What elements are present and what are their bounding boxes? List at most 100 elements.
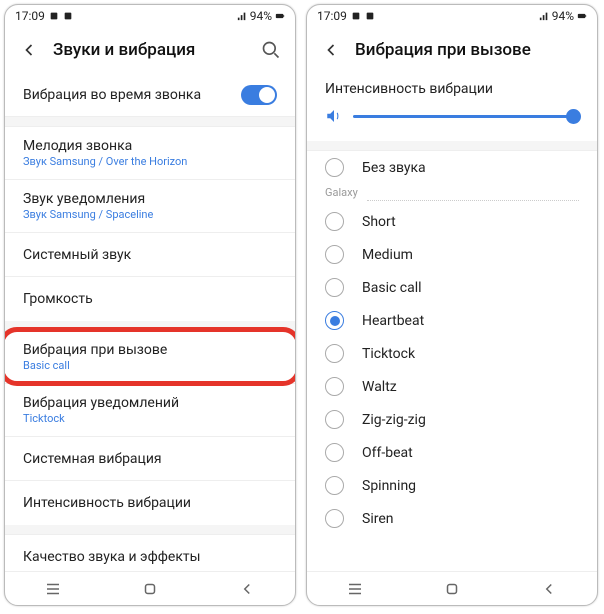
page-title: Звуки и вибрация [53,40,261,60]
option-label: Waltz [362,379,397,395]
option-label: Short [362,214,396,230]
radio-button[interactable] [325,476,344,495]
row-label: Мелодия звонка [23,138,187,154]
battery-icon [577,11,587,21]
nav-bar [307,571,597,605]
radio-button[interactable] [325,278,344,297]
settings-row[interactable]: Громкость [5,277,295,321]
vibration-option[interactable]: Siren [307,502,597,535]
settings-row[interactable]: Интенсивность вибрации [5,481,295,525]
radio-button[interactable] [325,509,344,528]
status-icon [63,11,73,21]
nav-recents[interactable] [346,580,364,598]
row-label: Звук уведомления [23,191,153,207]
row-label: Системный звук [23,247,131,263]
nav-recents[interactable] [44,580,62,598]
option-label: Zig-zig-zig [362,412,426,428]
signal-icon [237,11,247,21]
status-time: 17:09 [15,9,45,23]
settings-row[interactable]: Звук уведомленияЗвук Samsung / Spaceline [5,180,295,233]
battery-icon [275,11,285,21]
settings-row[interactable]: Вибрация при вызовеBasic call [5,331,295,384]
intensity-slider[interactable] [353,115,579,118]
settings-row[interactable]: Мелодия звонкаЗвук Samsung / Over the Ho… [5,127,295,180]
option-label: Off-beat [362,445,413,461]
nav-back[interactable] [238,580,256,598]
vibration-option[interactable]: Heartbeat [307,304,597,337]
nav-home[interactable] [141,580,159,598]
section-gap [5,525,295,535]
row-label: Интенсивность вибрации [23,495,191,511]
settings-row[interactable]: Вибрация уведомленийTicktock [5,384,295,437]
option-label: Basic call [362,280,422,296]
settings-row[interactable]: Системный звук [5,233,295,277]
header: Вибрация при вызове [307,27,597,73]
radio-button[interactable] [325,410,344,429]
nav-back[interactable] [540,580,558,598]
section-gap [5,117,295,127]
radio-button[interactable] [325,311,344,330]
section-gap [5,321,295,331]
option-label: Siren [362,511,394,527]
back-icon[interactable] [321,40,341,60]
toggle-vibrate[interactable] [241,85,277,105]
radio-button[interactable] [325,212,344,231]
battery-text: 94% [250,9,272,23]
radio-button[interactable] [325,443,344,462]
row-label: Громкость [23,291,93,307]
option-label: Spinning [362,478,416,494]
battery-text: 94% [552,9,574,23]
status-bar: 17:09 94% [307,5,597,27]
status-icon [49,11,59,21]
back-icon[interactable] [19,40,39,60]
row-vibrate-while-ring[interactable]: Вибрация во время звонка [5,73,295,117]
search-icon[interactable] [261,40,281,60]
radio-button[interactable] [325,158,344,177]
status-bar: 17:09 94% [5,5,295,27]
signal-icon [539,11,549,21]
nav-bar [5,571,295,605]
vibration-option[interactable]: Ticktock [307,337,597,370]
vibration-option[interactable]: Medium [307,238,597,271]
vibration-option[interactable]: Zig-zig-zig [307,403,597,436]
option-label: Heartbeat [362,313,424,329]
nav-home[interactable] [443,580,461,598]
vibration-option[interactable]: Short [307,205,597,238]
option-no-sound[interactable]: Без звука [307,151,597,184]
row-subtitle: Basic call [23,359,167,372]
vibration-option[interactable]: Spinning [307,469,597,502]
status-time: 17:09 [317,9,347,23]
vibration-option[interactable]: Basic call [307,271,597,304]
divider [367,200,579,201]
radio-button[interactable] [325,377,344,396]
volume-icon [325,107,343,125]
vibration-list: Интенсивность вибрации Без звука Galaxy … [307,73,597,571]
option-label: Medium [362,247,413,263]
row-label: Вибрация при вызове [23,342,167,358]
row-label: Системная вибрация [23,451,162,467]
option-label: Ticktock [362,346,415,362]
page-title: Вибрация при вызове [355,40,583,60]
settings-row[interactable]: Качество звука и эффекты [5,535,295,571]
radio-button[interactable] [325,245,344,264]
settings-row[interactable]: Системная вибрация [5,437,295,481]
row-label: Качество звука и эффекты [23,549,201,565]
status-icon [351,11,361,21]
header: Звуки и вибрация [5,27,295,73]
row-subtitle: Звук Samsung / Over the Horizon [23,155,187,168]
vibration-option[interactable]: Off-beat [307,436,597,469]
row-label: Вибрация во время звонка [23,87,201,103]
phone-right: 17:09 94% Вибрация при вызове Интенсивно… [306,4,598,606]
section-gap [307,141,597,151]
status-icon [365,11,375,21]
phone-left: 17:09 94% Звуки и вибрация Вибрация во в… [4,4,296,606]
radio-button[interactable] [325,344,344,363]
option-label: Без звука [362,160,426,176]
intensity-label: Интенсивность вибрации [307,73,597,101]
row-label: Вибрация уведомлений [23,395,179,411]
settings-list: Вибрация во время звонка Мелодия звонкаЗ… [5,73,295,571]
vibration-option[interactable]: Waltz [307,370,597,403]
row-subtitle: Ticktock [23,412,179,425]
category-label: Galaxy [307,184,597,200]
row-subtitle: Звук Samsung / Spaceline [23,208,153,221]
